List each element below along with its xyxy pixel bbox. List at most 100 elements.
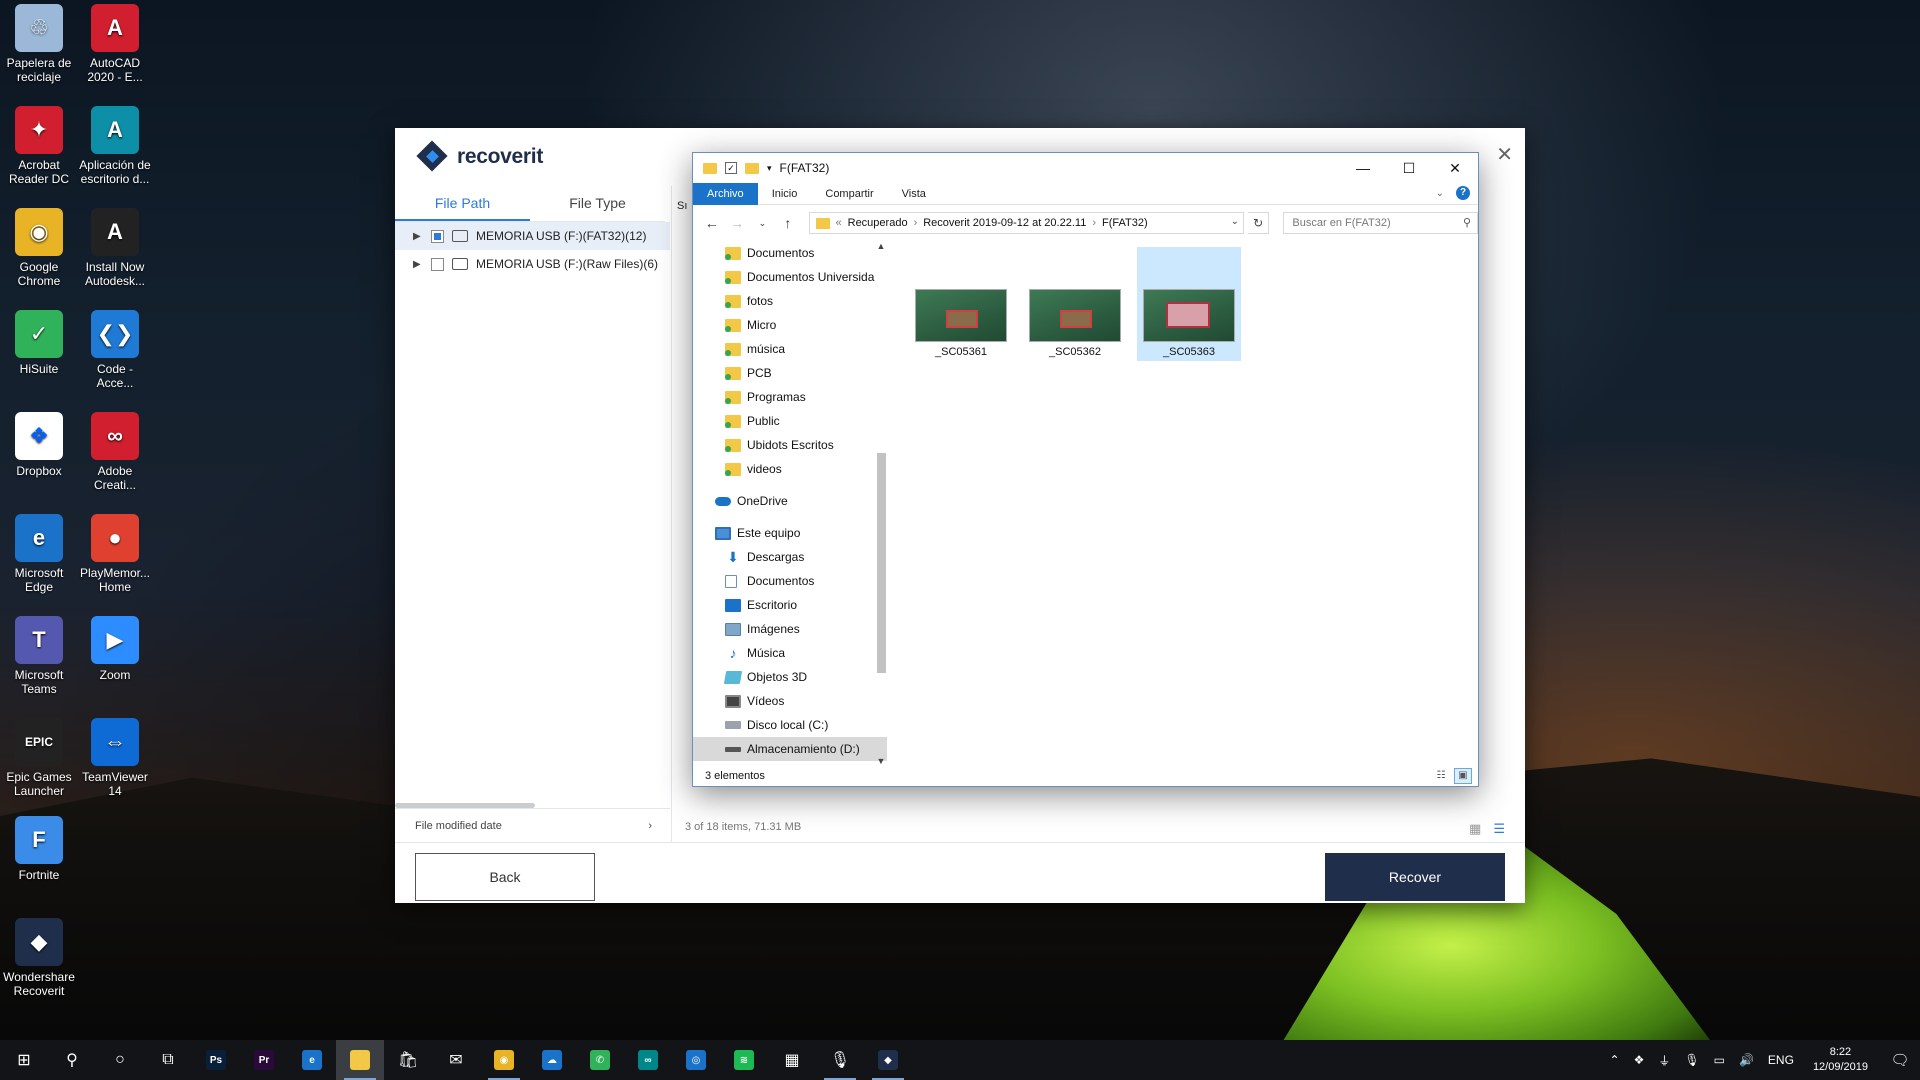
large-icons-view-icon[interactable]: ▣: [1454, 768, 1472, 784]
nav-item[interactable]: Documentos: [693, 241, 887, 265]
nav-item[interactable]: Escritorio: [693, 593, 887, 617]
desktop-icon-edge[interactable]: e Microsoft Edge: [2, 514, 76, 594]
taskbar-cloud-app[interactable]: ☁: [528, 1040, 576, 1080]
desktop-icon-zoom[interactable]: ▶ Zoom: [78, 616, 152, 682]
desktop-icon-hisuite[interactable]: ✓ HiSuite: [2, 310, 76, 376]
taskbar-task-view[interactable]: ⧉: [144, 1040, 192, 1080]
taskbar-calculator[interactable]: ▦: [768, 1040, 816, 1080]
taskbar-cortana[interactable]: ○: [96, 1040, 144, 1080]
desktop-icon-teams[interactable]: T Microsoft Teams: [2, 616, 76, 696]
breadcrumb-recoverit-folder[interactable]: Recoverit 2019-09-12 at 20.22.11: [923, 217, 1086, 229]
refresh-icon[interactable]: ↻: [1248, 212, 1270, 234]
desktop-icon-vscode[interactable]: ❮❯ Code - Acce...: [78, 310, 152, 390]
qat-dropdown-icon[interactable]: ▾: [767, 163, 772, 174]
tab-vista[interactable]: Vista: [888, 183, 940, 205]
vertical-scrollbar[interactable]: ▲ ▼: [875, 241, 887, 766]
nav-item[interactable]: Public: [693, 409, 887, 433]
taskbar-store[interactable]: 🛍: [384, 1040, 432, 1080]
notifications-icon[interactable]: 🗨: [1880, 1051, 1920, 1069]
tab-compartir[interactable]: Compartir: [811, 183, 887, 205]
dropbox-tray-icon[interactable]: ❖: [1634, 1053, 1645, 1067]
breadcrumb-recuperado[interactable]: Recuperado: [848, 217, 908, 229]
nav-item[interactable]: Documentos Universida: [693, 265, 887, 289]
minimize-icon[interactable]: —: [1340, 153, 1386, 183]
tab-archivo[interactable]: Archivo: [693, 182, 758, 205]
close-icon[interactable]: ✕: [1432, 153, 1478, 183]
list-view-icon[interactable]: ☰: [1493, 821, 1505, 837]
show-hidden-icons-icon[interactable]: ⌃: [1610, 1053, 1620, 1067]
overflow-chevron[interactable]: «: [836, 217, 842, 229]
new-folder-icon[interactable]: [745, 162, 759, 174]
taskbar-spotify[interactable]: ≋: [720, 1040, 768, 1080]
file-item[interactable]: _SC05362: [1023, 247, 1127, 361]
taskbar-recorder[interactable]: 🎙: [816, 1040, 864, 1080]
grid-view-icon[interactable]: ▦: [1469, 821, 1481, 837]
desktop-icon-autocad[interactable]: A AutoCAD 2020 - E...: [78, 4, 152, 84]
nav-item[interactable]: Vídeos: [693, 689, 887, 713]
taskbar-premiere[interactable]: Pr: [240, 1040, 288, 1080]
desktop-icon-playmemories[interactable]: ● PlayMemor... Home: [78, 514, 152, 594]
search-input[interactable]: Buscar en F(FAT32) ⚲: [1283, 212, 1478, 234]
chevron-down-icon[interactable]: ⌄: [1231, 216, 1239, 227]
usb-icon[interactable]: ⏚: [1658, 1052, 1670, 1069]
close-icon[interactable]: ✕: [1496, 142, 1513, 167]
desktop-icon-dropbox[interactable]: ❖ Dropbox: [2, 412, 76, 478]
taskbar-arduino[interactable]: ∞: [624, 1040, 672, 1080]
tree-row[interactable]: ▶ MEMORIA USB (F:)(FAT32)(12): [395, 222, 670, 250]
nav-item[interactable]: videos: [693, 457, 887, 481]
expand-arrow-icon[interactable]: ▶: [413, 231, 427, 242]
nav-item[interactable]: PCB: [693, 361, 887, 385]
up-arrow-icon[interactable]: ↑: [777, 215, 798, 231]
language-indicator[interactable]: ENG: [1768, 1053, 1794, 1067]
desktop-icon-recycle-bin[interactable]: ♲ Papelera de reciclaje: [2, 4, 76, 84]
nav-item[interactable]: OneDrive: [693, 489, 887, 513]
desktop-icon-acrobat[interactable]: ✦ Acrobat Reader DC: [2, 106, 76, 186]
desktop-icon-autodesk-install[interactable]: A Install Now Autodesk...: [78, 208, 152, 288]
desktop-icon-creative-cloud[interactable]: ∞ Adobe Creati...: [78, 412, 152, 492]
taskbar-recoverit[interactable]: ◆: [864, 1040, 912, 1080]
scroll-up-icon[interactable]: ▲: [875, 241, 887, 251]
help-icon[interactable]: ?: [1456, 186, 1470, 200]
back-button[interactable]: Back: [415, 853, 595, 901]
expand-ribbon-icon[interactable]: ⌄: [1436, 188, 1444, 199]
nav-item[interactable]: ⬇ Descargas: [693, 545, 887, 569]
desktop-icon-autodesk-app[interactable]: A Aplicación de escritorio d...: [78, 106, 152, 186]
maximize-icon[interactable]: ☐: [1386, 153, 1432, 183]
properties-icon[interactable]: ✓: [725, 162, 737, 174]
nav-item[interactable]: Este equipo: [693, 521, 887, 545]
microphone-icon[interactable]: 🎙: [1684, 1053, 1699, 1067]
file-item[interactable]: _SC05361: [909, 247, 1013, 361]
tab-inicio[interactable]: Inicio: [758, 183, 812, 205]
clock[interactable]: 8:22 12/09/2019: [1813, 1045, 1868, 1075]
desktop-icon-epic-games[interactable]: EPIC Epic Games Launcher: [2, 718, 76, 798]
tree-checkbox[interactable]: [431, 257, 444, 271]
taskbar-mail[interactable]: ✉: [432, 1040, 480, 1080]
desktop-icon-fortnite[interactable]: F Fortnite: [2, 816, 76, 882]
details-view-icon[interactable]: ☷: [1432, 768, 1450, 784]
taskbar-start[interactable]: ⊞: [0, 1040, 48, 1080]
taskbar-messenger[interactable]: ◎: [672, 1040, 720, 1080]
desktop-icon-chrome[interactable]: ◉ Google Chrome: [2, 208, 76, 288]
desktop-icon-recoverit-desktop[interactable]: ◆ Wondershare Recoverit: [2, 918, 76, 998]
taskbar-chrome[interactable]: ◉: [480, 1040, 528, 1080]
forward-arrow-icon[interactable]: →: [726, 215, 747, 231]
expand-arrow-icon[interactable]: ▶: [413, 259, 427, 270]
nav-item[interactable]: Micro: [693, 313, 887, 337]
taskbar-edge[interactable]: e: [288, 1040, 336, 1080]
recent-dropdown-icon[interactable]: ⌄: [752, 218, 773, 229]
nav-item[interactable]: Almacenamiento (D:): [693, 737, 887, 761]
nav-item[interactable]: Documentos: [693, 569, 887, 593]
nav-item[interactable]: Disco local (C:): [693, 713, 887, 737]
nav-item[interactable]: música: [693, 337, 887, 361]
search-box-fragment[interactable]: Sı: [677, 200, 691, 220]
file-item[interactable]: _SC05363: [1137, 247, 1241, 361]
nav-item[interactable]: fotos: [693, 289, 887, 313]
tab-file-path[interactable]: File Path: [395, 186, 530, 221]
nav-item[interactable]: Objetos 3D: [693, 665, 887, 689]
desktop-icon-teamviewer[interactable]: ⇔ TeamViewer 14: [78, 718, 152, 798]
taskbar-file-explorer[interactable]: ▬: [336, 1040, 384, 1080]
nav-item[interactable]: Ubidots Escritos: [693, 433, 887, 457]
taskbar-search[interactable]: ⚲: [48, 1040, 96, 1080]
tree-checkbox[interactable]: [431, 229, 444, 243]
taskbar-photoshop[interactable]: Ps: [192, 1040, 240, 1080]
